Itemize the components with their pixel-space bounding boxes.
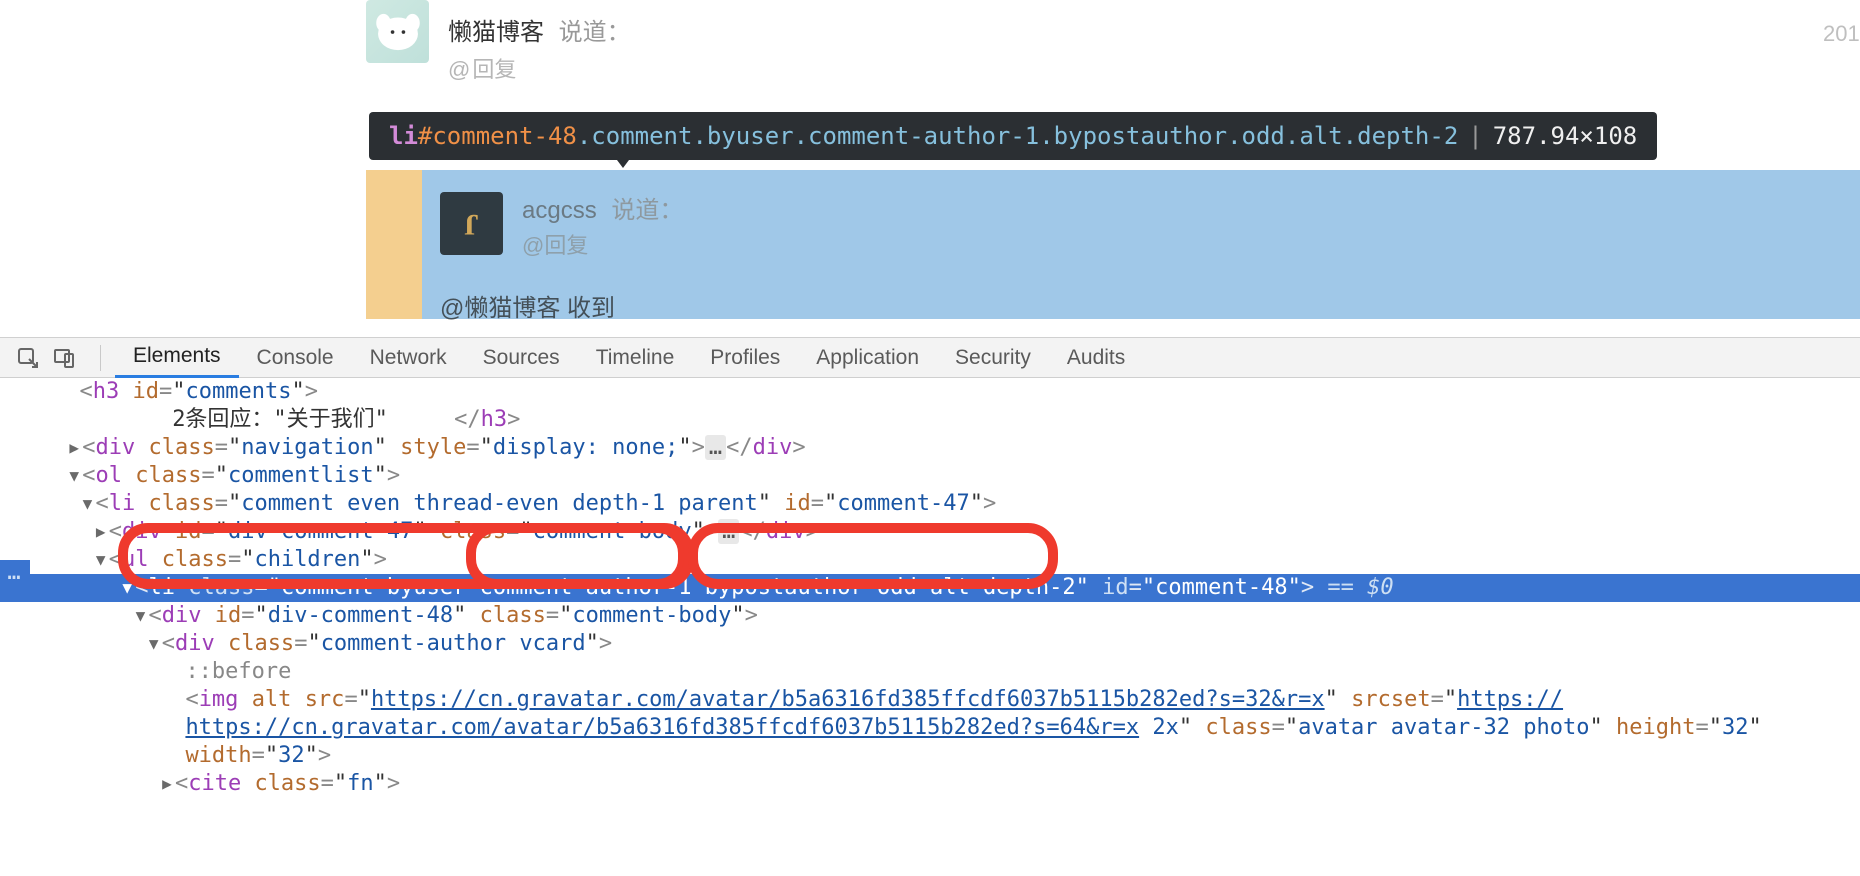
avatar: J [440,192,503,255]
reply-link[interactable]: @回复 [448,52,516,84]
tab-sources[interactable]: Sources [465,338,578,378]
inspector-tooltip: li#comment-48.comment.byuser.comment-aut… [369,112,1657,160]
avatar [366,0,429,63]
says-label: 说道： [611,197,683,224]
devtools-panel: Elements Console Network Sources Timelin… [0,337,1860,876]
says-label: 说道： [559,19,631,46]
comment-date-partial: 2016年 [1823,16,1860,48]
comment-1: 懒猫博客 说道： @回复 2016年 [366,0,1860,108]
comment-text: @懒猫博客 收到 [440,288,615,323]
tab-network[interactable]: Network [352,338,465,378]
comment-author[interactable]: 懒猫博客 说道： [448,12,631,47]
separator [100,345,101,371]
tab-elements[interactable]: Elements [115,338,239,378]
device-toolbar-icon[interactable] [50,344,78,372]
tab-console[interactable]: Console [239,338,352,378]
inspect-highlight: J acgcss 说道： @回复 2016年 @懒猫博客 收到 [366,170,1860,319]
tab-application[interactable]: Application [798,338,937,378]
highlight-padding [366,170,422,319]
selected-dom-node[interactable]: ▼<li class="comment byuser comment-autho… [0,574,1860,602]
gutter-overflow-icon[interactable]: … [0,560,30,586]
tab-timeline[interactable]: Timeline [578,338,693,378]
tooltip-arrow [614,156,632,168]
tab-audits[interactable]: Audits [1049,338,1143,378]
inspect-icon[interactable] [14,344,42,372]
tab-profiles[interactable]: Profiles [692,338,798,378]
reply-link[interactable]: @回复 [522,228,588,260]
comment-author[interactable]: acgcss 说道： [522,190,683,225]
devtools-tabs: Elements Console Network Sources Timelin… [0,338,1860,378]
tab-security[interactable]: Security [937,338,1049,378]
dom-tree[interactable]: <h3 id="comments"> 2条回应："关于我们" </h3> ▶<d… [0,378,1860,798]
rendered-page: 懒猫博客 说道： @回复 2016年 li#comment-48.comment… [0,0,1860,337]
